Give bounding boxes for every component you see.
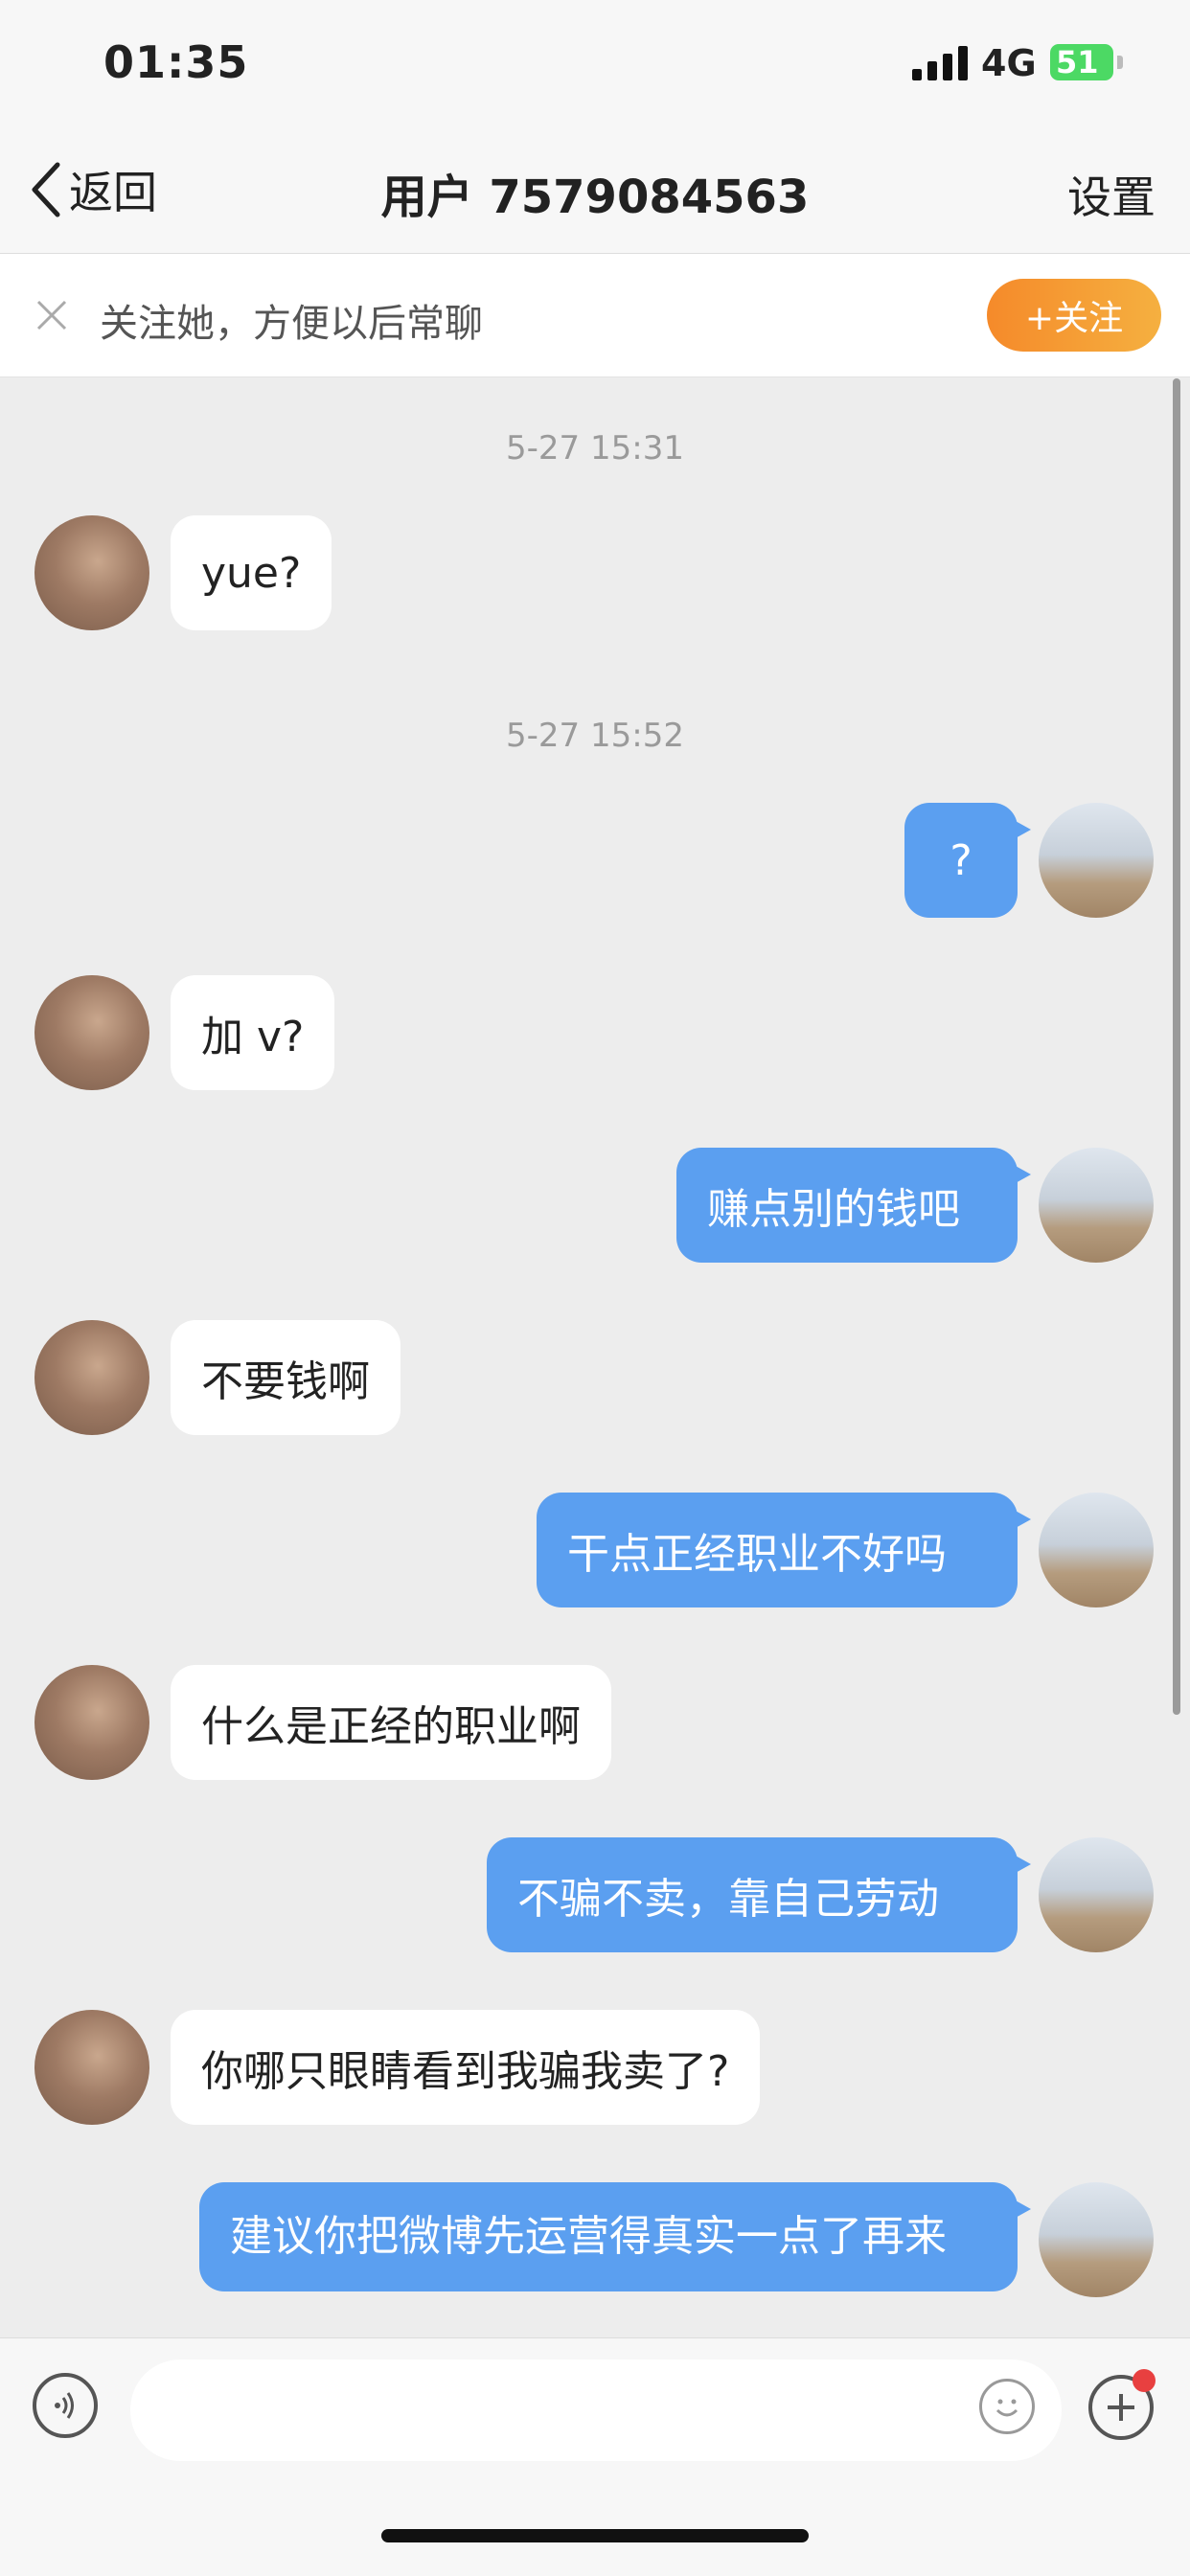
follow-prompt-text: 关注她，方便以后常聊 <box>100 302 483 346</box>
message-timestamp: 5-27 15:31 <box>506 429 684 467</box>
signal-strength-icon <box>912 46 968 80</box>
status-bar: 01:35 4G 51 <box>0 0 1190 125</box>
outgoing-message[interactable]: 干点正经职业不好吗 <box>537 1493 1031 1607</box>
my-avatar[interactable] <box>1039 1837 1154 1952</box>
contact-avatar[interactable] <box>34 975 149 1090</box>
battery-level: 51 <box>1056 44 1099 80</box>
status-time: 01:35 <box>103 36 249 88</box>
incoming-message[interactable]: 什么是正经的职业啊 <box>171 1665 611 1780</box>
network-type: 4G <box>981 42 1037 84</box>
my-avatar[interactable] <box>1039 2182 1154 2297</box>
battery-icon: 51 <box>1050 44 1113 80</box>
notification-dot <box>1133 2369 1156 2392</box>
message-timestamp: 5-27 15:52 <box>506 717 684 755</box>
close-icon[interactable] <box>33 296 71 334</box>
home-indicator[interactable] <box>381 2529 809 2542</box>
contact-avatar[interactable] <box>34 515 149 630</box>
nav-bar: 返回 用户 7579084563 设置 <box>0 125 1190 254</box>
incoming-message[interactable]: 不要钱啊 <box>171 1320 400 1435</box>
my-avatar[interactable] <box>1039 1148 1154 1263</box>
emoji-button[interactable] <box>979 2379 1035 2434</box>
outgoing-message[interactable]: ? <box>904 803 1031 918</box>
follow-banner: 关注她，方便以后常聊 +关注 <box>0 254 1190 377</box>
follow-button[interactable]: +关注 <box>987 279 1161 352</box>
battery-nub <box>1117 56 1123 69</box>
page-title: 用户 7579084563 <box>380 171 810 224</box>
contact-avatar[interactable] <box>34 2010 149 2125</box>
incoming-message[interactable]: 你哪只眼睛看到我骗我卖了? <box>171 2010 761 2125</box>
voice-icon <box>55 2392 74 2419</box>
contact-avatar[interactable] <box>34 1320 149 1435</box>
emoji-icon <box>995 2399 1018 2417</box>
contact-avatar[interactable] <box>34 1665 149 1780</box>
outgoing-message[interactable]: 建议你把微博先运营得真实一点了再来 <box>199 2182 1031 2291</box>
outgoing-message[interactable]: 不骗不卖，靠自己劳动 <box>487 1837 1031 1952</box>
outgoing-message[interactable]: 赚点别的钱吧 <box>676 1148 1031 1263</box>
scrollbar[interactable] <box>1173 378 1180 1715</box>
incoming-message[interactable]: 加 v? <box>171 975 335 1090</box>
message-input[interactable] <box>130 2359 1062 2461</box>
settings-button[interactable]: 设置 <box>1067 163 1156 226</box>
my-avatar[interactable] <box>1039 1493 1154 1607</box>
my-avatar[interactable] <box>1039 803 1154 918</box>
voice-button[interactable] <box>33 2373 98 2438</box>
incoming-message[interactable]: yue? <box>171 515 332 630</box>
